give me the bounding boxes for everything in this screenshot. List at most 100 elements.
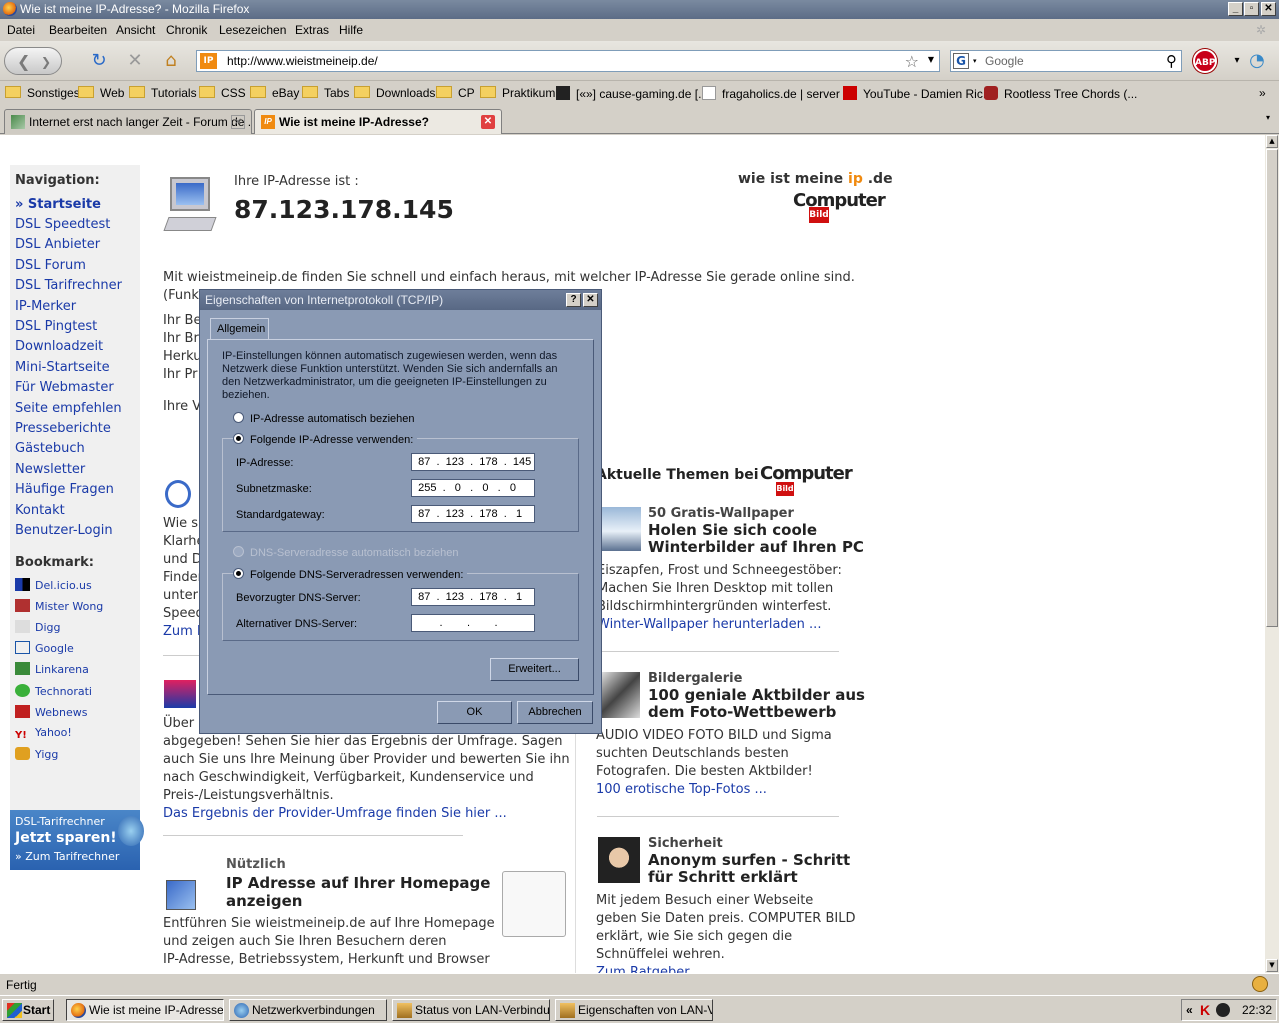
default-gateway-field[interactable]: 87 . 123 . 178 . 1	[411, 505, 535, 523]
forward-icon[interactable]: ❯	[41, 55, 51, 69]
menu-chronik[interactable]: Chronik	[166, 23, 207, 37]
menu-extras[interactable]: Extras	[295, 23, 329, 37]
winter-wallpaper-thumbnail[interactable]	[597, 507, 641, 551]
bookmark-youtube[interactable]: YouTube - Damien Ric...	[843, 86, 993, 101]
nav-downloadzeit[interactable]: Downloadzeit	[15, 339, 103, 354]
menu-datei[interactable]: Datei	[7, 23, 35, 37]
nav-dsl-pingtest[interactable]: DSL Pingtest	[15, 319, 97, 334]
help-icon[interactable]: ?	[566, 293, 581, 307]
bookmark-yahoo[interactable]: Y! Yahoo!	[15, 726, 72, 743]
bookmark-folder-downloads[interactable]: Downloads	[354, 86, 435, 100]
topic-title[interactable]: für Schritt erklärt	[648, 868, 798, 886]
bookmark-webnews[interactable]: Webnews	[15, 705, 87, 719]
bookmark-folder-css[interactable]: CSS	[199, 86, 246, 100]
adblock-plus-icon[interactable]: ABP	[1193, 49, 1217, 73]
radio-manual-dns[interactable]: Folgende DNS-Serveradressen verwenden:	[233, 568, 468, 581]
subnet-mask-field[interactable]: 255 . 0 . 0 . 0	[411, 479, 535, 497]
nav-seite-empfehlen[interactable]: Seite empfehlen	[15, 401, 122, 416]
nav-dsl-speedtest[interactable]: DSL Speedtest	[15, 217, 110, 232]
task-lan-status[interactable]: Status von LAN-Verbindu...	[392, 999, 550, 1021]
bookmark-yigg[interactable]: Yigg	[15, 747, 58, 761]
nav-newsletter[interactable]: Newsletter	[15, 462, 85, 477]
alternate-dns-field[interactable]: . . .	[411, 614, 535, 632]
nav-dsl-anbieter[interactable]: DSL Anbieter	[15, 237, 100, 252]
url-dropdown-icon[interactable]: ▼	[928, 55, 934, 64]
menu-lesezeichen[interactable]: Lesezeichen	[219, 23, 286, 37]
vertical-scrollbar[interactable]: ▲ ▼	[1265, 135, 1279, 973]
kaspersky-icon[interactable]: K	[1200, 1002, 1210, 1018]
bookmark-folder-tabs[interactable]: Tabs	[302, 86, 349, 100]
bookmark-folder-sonstiges[interactable]: Sonstiges	[5, 86, 80, 100]
task-firefox[interactable]: Wie ist meine IP-Adresse?...	[66, 999, 224, 1021]
close-window-button[interactable]: ✕	[1261, 2, 1276, 16]
scroll-up-icon[interactable]: ▲	[1266, 135, 1278, 148]
advanced-button[interactable]: Erweitert...	[490, 658, 579, 681]
tab-list-icon[interactable]: ▾	[1266, 113, 1270, 122]
nav-gaestebuch[interactable]: Gästebuch	[15, 441, 85, 456]
search-bar[interactable]: G ▾ Google ⚲	[950, 50, 1182, 72]
bookmark-digg[interactable]: Digg	[15, 620, 61, 634]
menu-ansicht[interactable]: Ansicht	[116, 23, 155, 37]
nav-benutzer-login[interactable]: Benutzer-Login	[15, 523, 113, 538]
nuetzlich-title[interactable]: anzeigen	[226, 892, 302, 910]
addon-icon[interactable]: ◔	[1246, 50, 1268, 72]
bookmark-fragaholics[interactable]: fragaholics.de | server ...	[702, 86, 853, 101]
search-icon[interactable]: ⚲	[1166, 52, 1177, 70]
tab-allgemein[interactable]: Allgemein	[210, 318, 269, 340]
radio-auto-ip[interactable]: IP-Adresse automatisch beziehen	[233, 412, 414, 425]
minimize-button[interactable]: _	[1228, 2, 1243, 16]
topic-title[interactable]: Holen Sie sich coole	[648, 521, 817, 539]
url-bar[interactable]: IP http://www.wieistmeineip.de/ ☆ ▼	[196, 50, 940, 72]
nav-mini-startseite[interactable]: Mini-Startseite	[15, 360, 110, 375]
abp-dropdown-icon[interactable]: ▾	[1226, 50, 1248, 72]
back-icon[interactable]: ❮	[17, 52, 30, 71]
bookmark-delicious[interactable]: Del.icio.us	[15, 578, 92, 592]
tab-close-icon[interactable]: ✕	[231, 115, 245, 129]
tab-forum[interactable]: Internet erst nach langer Zeit - Forum d…	[4, 109, 252, 134]
dialog-close-icon[interactable]: ✕	[583, 293, 598, 307]
task-lan-eigenschaften[interactable]: Eigenschaften von LAN-V...	[555, 999, 713, 1021]
tab-wieistmeineip[interactable]: IP Wie ist meine IP-Adresse? ✕	[254, 109, 502, 134]
start-button[interactable]: Start	[2, 999, 54, 1021]
topic-title[interactable]: Winterbilder auf Ihren PC	[648, 538, 864, 556]
radio-manual-ip[interactable]: Folgende IP-Adresse verwenden:	[233, 433, 418, 446]
nav-kontakt[interactable]: Kontakt	[15, 503, 65, 518]
bookmarks-overflow-icon[interactable]: »	[1259, 86, 1266, 100]
bookmark-folder-tutorials[interactable]: Tutorials	[129, 86, 197, 100]
aktbilder-thumbnail[interactable]	[598, 672, 640, 718]
anonym-surfen-thumbnail[interactable]	[598, 837, 640, 883]
nav-haeufige-fragen[interactable]: Häufige Fragen	[15, 482, 114, 497]
bookmark-star-icon[interactable]: ☆	[905, 52, 919, 71]
bookmark-rootless-tree[interactable]: Rootless Tree Chords (...	[984, 86, 1137, 101]
bookmark-cause-gaming[interactable]: [«»] cause-gaming.de [...	[556, 86, 708, 101]
ok-button[interactable]: OK	[437, 701, 512, 724]
tray-expand-icon[interactable]: «	[1186, 1003, 1193, 1017]
bookmark-folder-web[interactable]: Web	[78, 86, 124, 100]
stop-icon[interactable]: ✕	[124, 50, 146, 72]
bookmark-folder-cp[interactable]: CP	[436, 86, 475, 100]
preferred-dns-field[interactable]: 87 . 123 . 178 . 1	[411, 588, 535, 606]
nav-startseite[interactable]: » Startseite	[15, 197, 101, 212]
url-text[interactable]: http://www.wieistmeineip.de/	[227, 54, 378, 68]
reload-icon[interactable]: ↻	[88, 50, 110, 72]
bookmark-misterwong[interactable]: Mister Wong	[15, 599, 103, 613]
google-engine-icon[interactable]: G	[953, 53, 969, 69]
nav-dsl-forum[interactable]: DSL Forum	[15, 258, 86, 273]
topic-title[interactable]: Anonym surfen - Schritt	[648, 851, 850, 869]
nav-presseberichte[interactable]: Presseberichte	[15, 421, 111, 436]
ip-address-field[interactable]: 87 . 123 . 178 . 145	[411, 453, 535, 471]
home-icon[interactable]: ⌂	[160, 50, 182, 72]
nav-dsl-tarifrechner[interactable]: DSL Tarifrechner	[15, 278, 122, 293]
engine-dropdown-icon[interactable]: ▾	[973, 57, 977, 65]
steam-icon[interactable]	[1216, 1003, 1230, 1017]
tarif-line3[interactable]: » Zum Tarifrechner	[15, 850, 119, 863]
menu-hilfe[interactable]: Hilfe	[339, 23, 363, 37]
bookmark-technorati[interactable]: Technorati	[15, 684, 92, 698]
back-forward-buttons[interactable]: ❮ ❯	[4, 47, 62, 75]
bookmark-google[interactable]: Google	[15, 641, 74, 655]
nav-webmaster[interactable]: Für Webmaster	[15, 380, 114, 395]
topic-link[interactable]: Winter-Wallpaper herunterladen ...	[597, 616, 821, 634]
topic-link[interactable]: 100 erotische Top-Fotos ...	[596, 781, 767, 799]
bookmark-folder-praktikum[interactable]: Praktikum	[480, 86, 555, 100]
cancel-button[interactable]: Abbrechen	[517, 701, 593, 724]
